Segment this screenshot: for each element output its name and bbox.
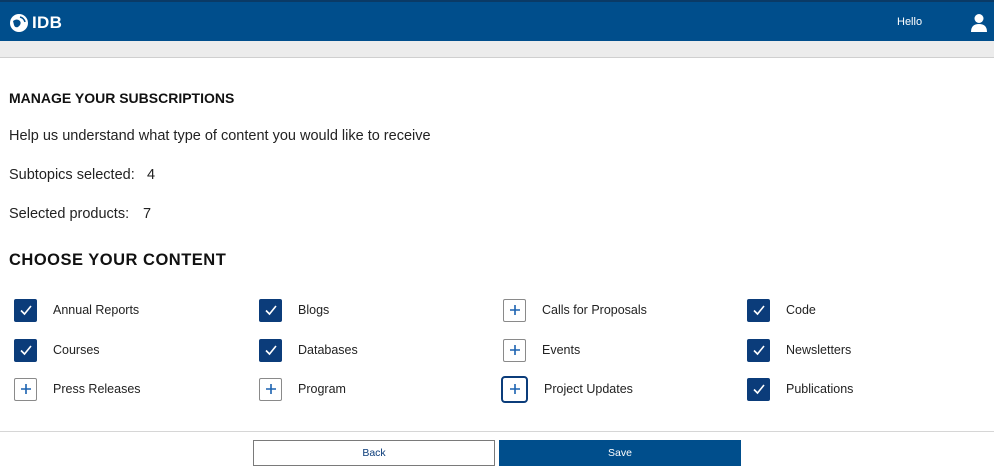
sub-header-strip [0, 41, 994, 58]
page-title: MANAGE YOUR SUBSCRIPTIONS [9, 90, 235, 106]
plus-icon [509, 384, 520, 394]
content-option-label: Annual Reports [53, 303, 140, 317]
choose-content-heading: CHOOSE YOUR CONTENT [9, 251, 227, 269]
checked-checkbox[interactable] [747, 338, 770, 362]
save-button[interactable]: Save [499, 440, 741, 466]
plus-icon [20, 384, 31, 394]
content-option[interactable]: Code [747, 297, 816, 323]
content-option-label: Calls for Proposals [542, 303, 647, 317]
user-account-icon[interactable] [970, 13, 988, 33]
checkmark-icon [264, 345, 277, 356]
content-option[interactable]: Databases [259, 337, 358, 363]
subtopics-count: 4 [147, 167, 156, 183]
checkmark-icon [19, 305, 32, 316]
idb-emblem-icon [10, 14, 28, 32]
content-option-label: Press Releases [53, 382, 141, 396]
subtopics-selected-stat: Subtopics selected: 4 [9, 167, 155, 183]
checked-checkbox[interactable] [259, 338, 282, 362]
content-option[interactable]: Annual Reports [14, 297, 139, 323]
checked-checkbox[interactable] [14, 338, 37, 362]
help-text: Help us understand what type of content … [9, 128, 431, 144]
content-option-label: Code [786, 303, 816, 317]
checkmark-icon [19, 345, 32, 356]
checkmark-icon [752, 305, 765, 316]
plus-icon [265, 384, 276, 394]
add-checkbox[interactable] [501, 375, 528, 403]
plus-icon [509, 345, 520, 355]
content-option-label: Program [298, 382, 346, 396]
add-checkbox[interactable] [503, 338, 526, 362]
selected-products-stat: Selected products: 7 [9, 206, 151, 222]
content-option-label: Newsletters [786, 343, 852, 357]
products-count: 7 [143, 206, 152, 222]
content-option[interactable]: Project Updates [501, 375, 633, 403]
add-checkbox[interactable] [259, 377, 282, 401]
content-option[interactable]: Press Releases [14, 376, 141, 402]
checked-checkbox[interactable] [14, 298, 37, 322]
content-option-label: Blogs [298, 303, 330, 317]
checkmark-icon [752, 345, 765, 356]
add-checkbox[interactable] [14, 377, 37, 401]
content-option[interactable]: Courses [14, 337, 100, 363]
greeting-text: Hello [897, 16, 923, 28]
checked-checkbox[interactable] [259, 298, 282, 322]
checked-checkbox[interactable] [747, 377, 770, 401]
logo-text: IDB [32, 13, 63, 32]
add-checkbox[interactable] [503, 298, 526, 322]
content-option-label: Databases [298, 343, 358, 357]
content-option-label: Courses [53, 343, 100, 357]
checked-checkbox[interactable] [747, 298, 770, 322]
plus-icon [509, 305, 520, 315]
footer-divider [0, 431, 994, 432]
content-option[interactable]: Program [259, 376, 346, 402]
idb-logo[interactable]: IDB [9, 12, 62, 34]
content-option-label: Events [542, 343, 581, 357]
content-option[interactable]: Newsletters [747, 337, 851, 363]
top-navigation-bar: IDB Hello [0, 0, 994, 41]
content-option[interactable]: Calls for Proposals [503, 297, 647, 323]
content-option[interactable]: Blogs [259, 297, 329, 323]
checkmark-icon [264, 305, 277, 316]
checkmark-icon [752, 384, 765, 395]
back-button[interactable]: Back [253, 440, 495, 466]
content-option[interactable]: Publications [747, 376, 853, 402]
content-option[interactable]: Events [503, 337, 580, 363]
subtopics-label: Subtopics selected: [9, 167, 135, 183]
products-label: Selected products: [9, 206, 130, 222]
content-option-label: Publications [786, 382, 854, 396]
content-option-label: Project Updates [544, 382, 633, 396]
